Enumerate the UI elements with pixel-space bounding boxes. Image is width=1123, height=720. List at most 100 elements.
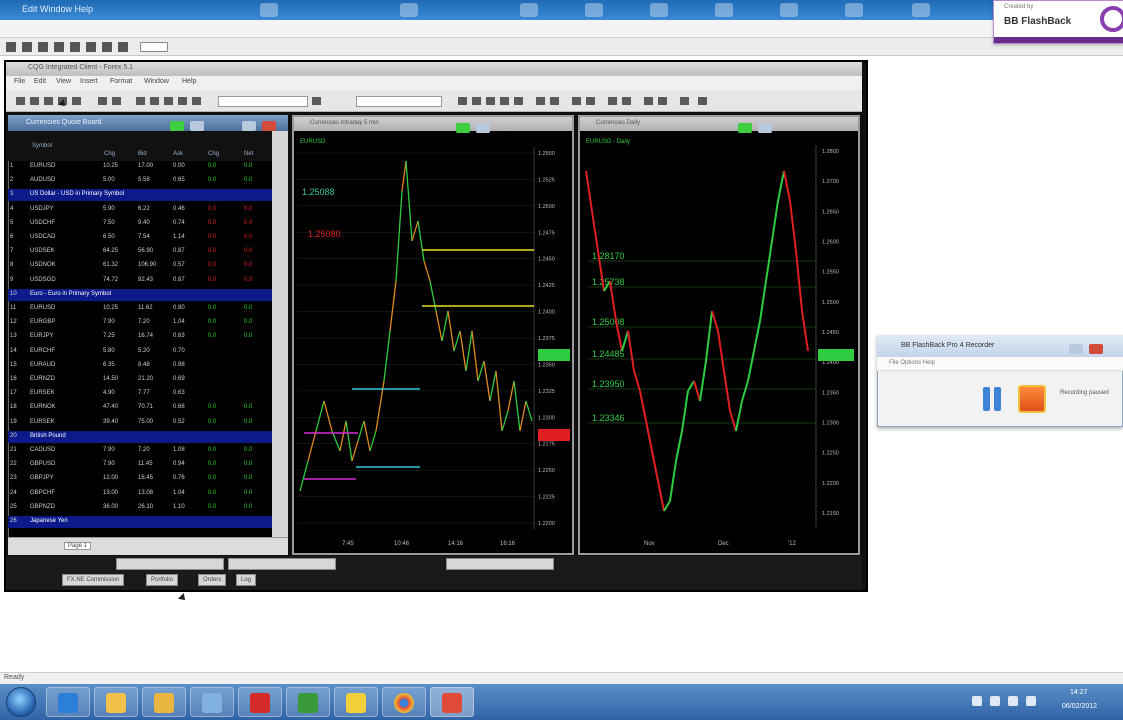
window-icon[interactable] (715, 3, 733, 17)
search-icon[interactable] (38, 42, 48, 52)
tab-orders[interactable]: Orders (198, 574, 227, 586)
table-row[interactable]: 7 USDSEK 64.25 56.90 0.87 0.0 0.0 (8, 246, 272, 258)
tool-icon[interactable] (458, 97, 467, 105)
tool-icon[interactable] (472, 97, 481, 105)
window-icon[interactable] (780, 3, 798, 17)
save-icon[interactable] (44, 97, 53, 105)
grid-icon[interactable] (112, 97, 121, 105)
layout-icon[interactable] (178, 97, 187, 105)
taskbar-media[interactable] (334, 687, 378, 717)
tool-icon[interactable] (608, 97, 617, 105)
col-header-symbol[interactable]: Symbol (32, 143, 52, 149)
arrow-icon[interactable] (312, 97, 321, 105)
menu-window[interactable]: Window (144, 78, 169, 85)
taskbar-spreadsheet[interactable] (286, 687, 330, 717)
tool-icon[interactable] (586, 97, 595, 105)
table-row[interactable]: 24 GBPCHF 13.00 13.08 1.04 0.0 0.0 (8, 488, 272, 500)
taskbar-pdf[interactable] (238, 687, 282, 717)
table-row[interactable]: 6 USDCAD 6.50 7.54 1.14 0.0 0.0 (8, 232, 272, 244)
taskbar-folder[interactable] (94, 687, 138, 717)
close-icon[interactable] (262, 121, 277, 131)
close-icon[interactable] (1089, 344, 1104, 354)
tool-icon[interactable] (572, 97, 581, 105)
table-row[interactable]: 14 EURCHF 5.80 5.20 0.70 (8, 346, 272, 358)
tool-icon[interactable] (514, 97, 523, 105)
col-header-chg2[interactable]: Chg (208, 151, 219, 157)
table-row[interactable]: 11 EURUSD 10.25 11.62 0.80 0.0 0.0 (8, 303, 272, 315)
tool-icon[interactable] (486, 97, 495, 105)
new-icon[interactable] (16, 97, 25, 105)
clock-date[interactable]: 06/02/2012 (1062, 703, 1097, 710)
tab-portfolio[interactable]: Portfolio (146, 574, 179, 586)
start-button[interactable] (6, 687, 36, 717)
menu-edit[interactable]: Edit (34, 78, 46, 85)
minimize-icon[interactable] (242, 121, 256, 131)
menu-insert[interactable]: Insert (80, 78, 98, 85)
pause-button[interactable] (981, 385, 1003, 413)
print-icon[interactable] (22, 42, 32, 52)
col-header-chg[interactable]: Chg (104, 151, 115, 157)
arrow-up-icon[interactable] (972, 696, 982, 706)
minimize-icon[interactable] (1069, 344, 1083, 354)
layout-icon[interactable] (192, 97, 201, 105)
tab-log[interactable]: Log (236, 574, 257, 586)
quote-group-header[interactable]: 3 US Dollar - USD in Primary Symbol (8, 189, 272, 202)
table-row[interactable]: 25 GBPNZD 36.00 26.10 1.10 0.0 0.0 (8, 502, 272, 514)
open-icon[interactable] (30, 97, 39, 105)
table-row[interactable]: 23 GBPJPY 12.00 16.45 0.76 0.0 0.0 (8, 473, 272, 485)
network-icon[interactable] (990, 696, 1000, 706)
window-icon[interactable] (520, 3, 538, 17)
intraday-chart-svg[interactable]: EURUSD 1.2550 1.2525 1.2500 1.2475 1.2450 1.2… (294, 131, 572, 553)
table-row[interactable]: 15 EURAUD 6.35 8.48 0.98 (8, 360, 272, 372)
tool-icon[interactable] (658, 97, 667, 105)
daily-chart-svg[interactable]: EURUSD - Daily 1.2800 1.2700 1.2650 1.2600 1… (580, 131, 858, 553)
save-icon[interactable] (6, 42, 16, 52)
quote-group-header[interactable]: 20 British Pound (8, 430, 272, 443)
menu-view[interactable]: View (56, 78, 71, 85)
volume-icon[interactable] (1008, 696, 1018, 706)
select-icon[interactable] (86, 42, 96, 52)
col-header-ask[interactable]: Ask (173, 151, 183, 157)
minimized-window[interactable] (228, 558, 336, 570)
taskbar-monitor[interactable] (190, 687, 234, 717)
copy-icon[interactable] (54, 42, 64, 52)
table-row[interactable]: 12 EURGBP 7.90 7.20 1.04 0.0 0.0 (8, 317, 272, 329)
tool-icon[interactable] (644, 97, 653, 105)
col-header-bid[interactable]: Bid (138, 151, 147, 157)
window-icon[interactable] (260, 3, 278, 17)
window-icon[interactable] (912, 3, 930, 17)
table-row[interactable]: 16 EURNZD 14.50 21.20 0.69 (8, 374, 272, 386)
tool-icon[interactable] (698, 97, 707, 105)
col-header-net[interactable]: Net (244, 151, 253, 157)
close-icon[interactable] (680, 97, 689, 105)
study-input[interactable] (356, 96, 442, 107)
table-row[interactable]: 13 EURJPY 7.25 16.74 0.63 0.0 0.0 (8, 331, 272, 343)
chart-icon[interactable] (72, 97, 81, 105)
link-icon[interactable] (170, 121, 184, 131)
window-icon[interactable] (585, 3, 603, 17)
minimized-window[interactable] (116, 558, 224, 570)
quote-page-tab[interactable]: Page 1 (64, 542, 92, 550)
table-row[interactable]: 2 AUDUSD 5.00 5.58 0.65 0.0 0.0 (8, 175, 272, 187)
flag-icon[interactable] (1026, 696, 1036, 706)
table-row[interactable]: 22 GBPUSD 7.90 11.45 0.94 0.0 0.0 (8, 459, 272, 471)
minimized-window[interactable] (446, 558, 554, 570)
tool-icon[interactable] (550, 97, 559, 105)
window-icon[interactable] (845, 3, 863, 17)
layout-icon[interactable] (164, 97, 173, 105)
tool-icon[interactable] (500, 97, 509, 105)
table-row[interactable]: 17 EURSEK 4.90 7.77 0.63 (8, 388, 272, 400)
table-row[interactable]: 8 USDNOK 61.32 106.90 0.57 0.0 0.0 (8, 260, 272, 272)
quote-group-header[interactable]: 26 Japanese Yen (8, 516, 272, 528)
tool-icon[interactable] (536, 97, 545, 105)
layout-icon[interactable] (150, 97, 159, 105)
quote-group-header[interactable]: 10 Euro - Euro in Primary Symbol (8, 288, 272, 301)
recorder-menu[interactable]: File Options Help (889, 360, 935, 366)
tab-commission[interactable]: FX.NE Commission (62, 574, 125, 586)
menu-help[interactable]: Help (182, 78, 196, 85)
tools-icon[interactable] (118, 42, 128, 52)
symbol-input[interactable] (218, 96, 308, 107)
tool-icon[interactable] (622, 97, 631, 105)
table-row[interactable]: 21 CADUSD 7.90 7.20 1.08 0.0 0.0 (8, 445, 272, 457)
menu-file[interactable]: File (14, 78, 25, 85)
